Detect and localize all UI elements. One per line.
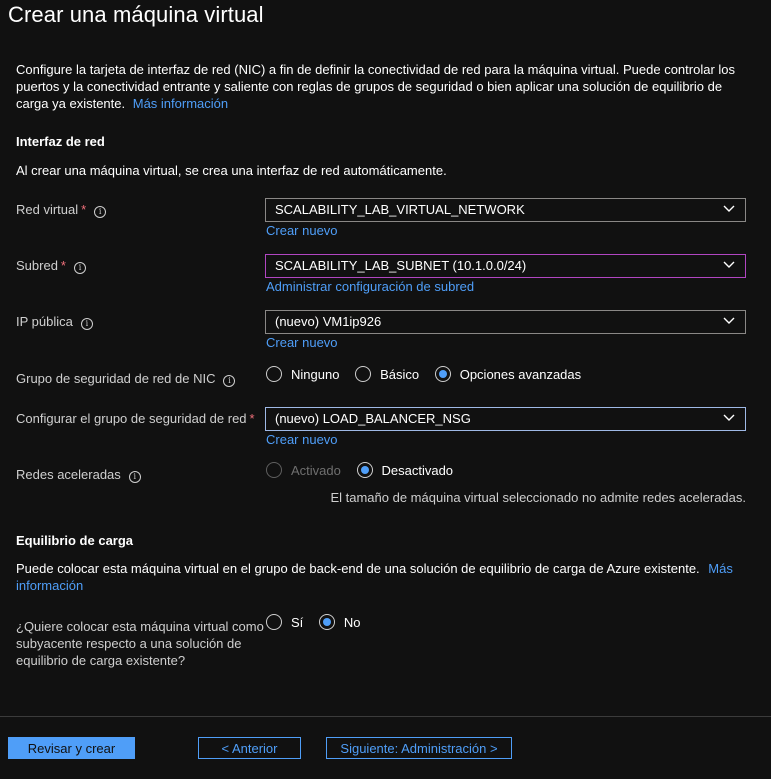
nic-nsg-option-advanced[interactable]: Opciones avanzadas — [434, 366, 582, 382]
nic-nsg-radio-group: Ninguno Básico Opciones avanzadas — [266, 366, 593, 385]
review-create-button[interactable]: Revisar y crear — [8, 737, 135, 759]
load-balancing-description: Puede colocar esta máquina virtual en el… — [16, 560, 741, 594]
public-ip-create-new-link[interactable]: Crear nuevo — [266, 335, 338, 350]
radio-label: Activado — [291, 462, 341, 478]
radio-circle-selected — [434, 366, 451, 382]
configure-nsg-value: (nuevo) LOAD_BALANCER_NSG — [275, 411, 471, 426]
intro-paragraph: Configure la tarjeta de interfaz de red … — [16, 61, 736, 112]
chevron-down-icon — [723, 317, 735, 324]
subnet-select[interactable]: SCALABILITY_LAB_SUBNET (10.1.0.0/24) — [265, 254, 746, 278]
accelerated-networking-label: Redes aceleradas i — [16, 466, 141, 483]
radio-circle — [266, 366, 282, 382]
radio-label: Sí — [291, 614, 304, 630]
radio-circle-selected — [318, 614, 335, 630]
nic-nsg-option-basic[interactable]: Básico — [355, 366, 419, 382]
footer-divider — [0, 716, 771, 717]
manage-subnet-config-link[interactable]: Administrar configuración de subred — [266, 279, 474, 294]
public-ip-label: IP pública i — [16, 313, 93, 330]
info-icon[interactable]: i — [223, 375, 236, 387]
virtual-network-label: Red virtual * i — [16, 201, 107, 218]
radio-label: Ninguno — [291, 366, 340, 382]
learn-more-link-part: información — [16, 578, 84, 593]
virtual-network-select[interactable]: SCALABILITY_LAB_VIRTUAL_NETWORK — [265, 198, 746, 222]
network-interface-heading: Interfaz de red — [16, 134, 105, 149]
configure-nsg-select[interactable]: (nuevo) LOAD_BALANCER_NSG — [265, 407, 746, 431]
load-balancer-option-yes[interactable]: Sí — [266, 614, 303, 630]
virtual-network-label-text: Red virtual — [16, 202, 79, 217]
virtual-network-value: SCALABILITY_LAB_VIRTUAL_NETWORK — [275, 202, 525, 217]
public-ip-select[interactable]: (nuevo) VM1ip926 — [265, 310, 746, 334]
next-button[interactable]: Siguiente: Administración > — [326, 737, 512, 759]
load-balancer-option-no[interactable]: No — [318, 614, 361, 630]
radio-circle-selected — [356, 462, 373, 478]
accelerated-option-off[interactable]: Desactivado — [356, 462, 454, 478]
required-asterisk: * — [81, 202, 87, 217]
info-icon[interactable]: i — [73, 262, 86, 274]
required-asterisk: * — [249, 411, 255, 426]
public-ip-value: (nuevo) VM1ip926 — [275, 314, 382, 329]
radio-label: Básico — [380, 366, 420, 382]
chevron-down-icon — [723, 414, 735, 421]
accelerated-networking-label-text: Redes aceleradas — [16, 467, 121, 482]
radio-circle — [355, 366, 372, 382]
load-balancing-heading: Equilibrio de carga — [16, 533, 134, 548]
accelerated-option-on: Activado — [266, 462, 341, 478]
accelerated-networking-radio-group: Activado Desactivado — [266, 462, 465, 481]
load-balancer-radio-group: Sí No — [266, 614, 373, 633]
virtual-network-create-new-link[interactable]: Crear nuevo — [266, 223, 338, 238]
page-title: Crear una máquina virtual — [8, 2, 264, 27]
nsg-create-new-link[interactable]: Crear nuevo — [266, 432, 338, 447]
intro-text: Configure la tarjeta de interfaz de red … — [16, 62, 736, 111]
radio-label: No — [343, 614, 361, 630]
intro-learn-more-link[interactable]: Más información — [133, 96, 228, 111]
subnet-label: Subred * i — [16, 257, 86, 274]
load-balancing-description-text: Puede colocar esta máquina virtual en el… — [16, 561, 700, 576]
previous-button[interactable]: < Anterior — [198, 737, 301, 759]
radio-circle — [266, 614, 282, 630]
accelerated-networking-note: El tamaño de máquina virtual seleccionad… — [330, 490, 746, 505]
radio-label: Desactivado — [381, 462, 454, 478]
network-interface-description: Al crear una máquina virtual, se crea un… — [16, 163, 447, 178]
chevron-down-icon — [723, 261, 735, 268]
configure-nsg-label-text: Configurar el grupo de seguridad de red — [16, 411, 247, 426]
required-asterisk: * — [60, 258, 66, 273]
public-ip-label-text: IP pública — [16, 314, 73, 329]
nic-nsg-option-none[interactable]: Ninguno — [266, 366, 339, 382]
info-icon[interactable]: i — [128, 471, 141, 483]
chevron-down-icon — [723, 205, 735, 212]
load-balancer-question: ¿Quiere colocar esta máquina virtual com… — [16, 619, 264, 668]
info-icon[interactable]: i — [80, 318, 93, 330]
learn-more-link-part: Más — [708, 561, 733, 576]
create-vm-networking-page: Crear una máquina virtual Configure la t… — [0, 0, 771, 779]
radio-label: Opciones avanzadas — [459, 366, 582, 382]
nic-nsg-label-text: Grupo de seguridad de red de NIC — [16, 371, 216, 386]
info-icon[interactable]: i — [94, 206, 107, 218]
radio-circle — [266, 462, 282, 478]
subnet-label-text: Subred — [16, 258, 58, 273]
subnet-value: SCALABILITY_LAB_SUBNET (10.1.0.0/24) — [275, 258, 527, 273]
configure-nsg-label: Configurar el grupo de seguridad de red * — [16, 410, 255, 427]
nic-nsg-label: Grupo de seguridad de red de NIC i — [16, 370, 236, 387]
